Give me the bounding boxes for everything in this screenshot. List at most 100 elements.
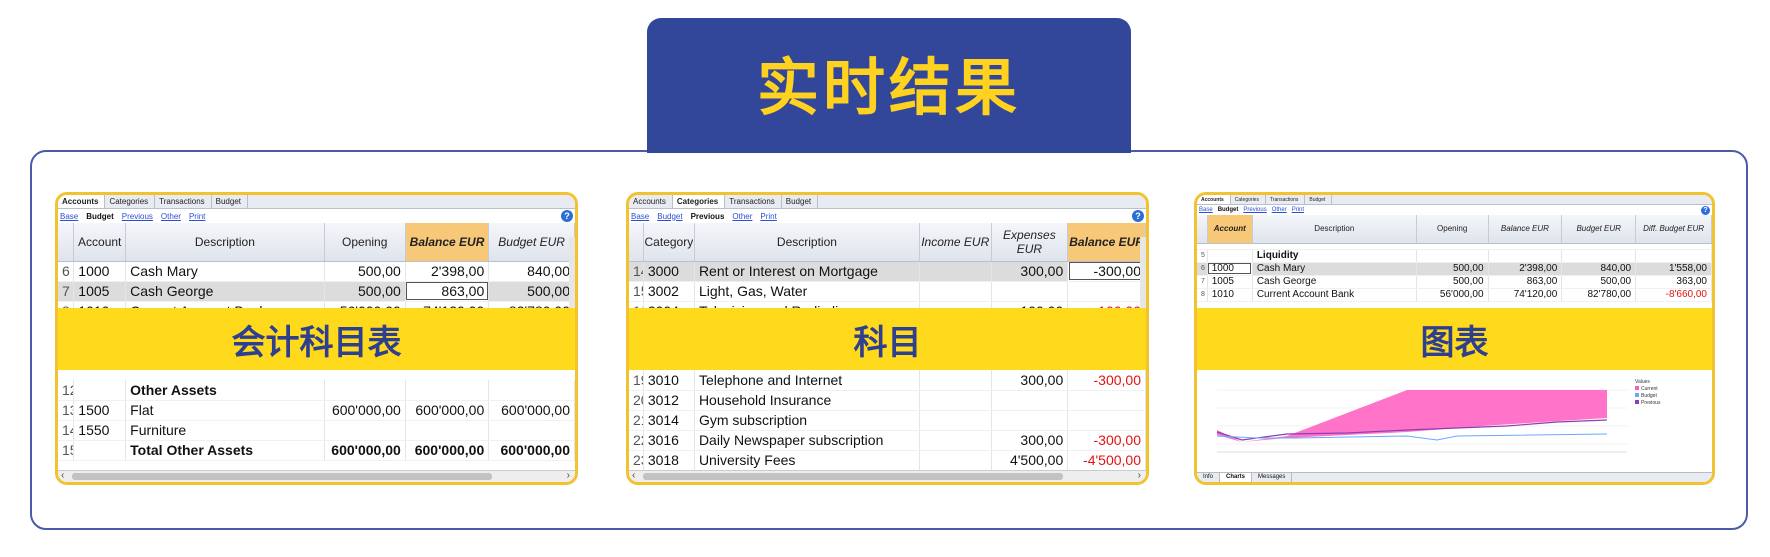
view-bar: Base Budget Previous Other Print ? (629, 209, 1146, 223)
tab-transactions[interactable]: Transactions (155, 195, 212, 208)
col-income[interactable]: Income EUR (919, 223, 992, 262)
view-previous[interactable]: Previous (1243, 207, 1266, 213)
view-previous[interactable]: Previous (691, 212, 725, 221)
accounts-table-lower: 12 Other Assets 13 1500 Flat 600'000,00 … (58, 380, 575, 461)
tab-transactions[interactable]: Transactions (725, 195, 782, 208)
help-icon[interactable]: ? (1701, 206, 1710, 215)
col-description[interactable]: Description (694, 223, 920, 262)
table-row[interactable]: 13 1500 Flat 600'000,00 600'000,00 600'0… (58, 400, 575, 421)
scroll-thumb[interactable] (72, 473, 492, 480)
table-row[interactable]: 6 1000 Cash Mary 500,00 2'398,00 840,00 (58, 261, 575, 282)
table-row[interactable]: 20 3012 Household Insurance (629, 390, 1146, 411)
table-row[interactable]: 7 1005 Cash George 500,00 863,00 500,00 … (1197, 275, 1712, 289)
table-row[interactable]: 5 Liquidity (1197, 249, 1712, 263)
tab-accounts[interactable]: Accounts (58, 195, 106, 208)
table-row-total[interactable]: 15 Total Other Assets 600'000,00 600'000… (58, 440, 575, 461)
col-account[interactable]: Account (1207, 215, 1253, 244)
view-other[interactable]: Other (161, 212, 181, 221)
banner-label: 会计科目表 (231, 322, 402, 363)
charts-panel: Accounts Categories Transactions Budget … (1194, 192, 1715, 485)
table-row[interactable]: 21 3014 Gym subscription (629, 410, 1146, 431)
vertical-scrollbar[interactable] (1140, 237, 1146, 312)
bottom-tab-bar: Info Charts Messages (1197, 472, 1712, 482)
tab-categories[interactable]: Categories (672, 195, 726, 208)
tab-budget[interactable]: Budget (1305, 195, 1333, 204)
col-opening[interactable]: Opening (1416, 215, 1489, 244)
horizontal-scrollbar[interactable]: ‹ › (629, 470, 1146, 482)
col-balance[interactable]: Balance EUR (1488, 215, 1563, 244)
col-diff-budget[interactable]: Diff. Budget EUR (1635, 215, 1712, 244)
view-print[interactable]: Print (189, 212, 205, 221)
col-budget[interactable]: Budget EUR (1561, 215, 1637, 244)
tab-categories[interactable]: Categories (1231, 195, 1266, 204)
col-balance[interactable]: Balance EUR (1067, 223, 1146, 262)
view-previous[interactable]: Previous (122, 212, 153, 221)
tab-bar: Accounts Categories Transactions Budget (629, 195, 1146, 209)
scroll-thumb[interactable] (643, 473, 1063, 480)
scroll-left-icon[interactable]: ‹ (61, 470, 64, 481)
active-cell[interactable]: 863,00 (405, 281, 490, 302)
tab-charts[interactable]: Charts (1220, 473, 1253, 482)
view-base[interactable]: Base (631, 212, 649, 221)
col-description[interactable]: Description (1252, 215, 1417, 244)
view-budget[interactable]: Budget (1218, 207, 1239, 213)
table-row[interactable]: 22 3016 Daily Newspaper subscription 300… (629, 430, 1146, 451)
tab-messages[interactable]: Messages (1252, 473, 1293, 482)
view-budget[interactable]: Budget (657, 212, 682, 221)
table-row[interactable]: 14 1550 Furniture (58, 420, 575, 441)
categories-table-lower: 19 3010 Telephone and Internet 300,00 -3… (629, 370, 1146, 471)
banner-label: 科目 (853, 322, 922, 363)
tab-transactions[interactable]: Transactions (1266, 195, 1306, 204)
scroll-left-icon[interactable]: ‹ (632, 470, 635, 481)
help-icon[interactable]: ? (1132, 210, 1144, 222)
view-base[interactable]: Base (1199, 207, 1213, 213)
table-header-row: Account Description Opening Balance EUR … (58, 223, 575, 262)
view-budget[interactable]: Budget (86, 212, 114, 221)
view-base[interactable]: Base (60, 212, 78, 221)
tab-info[interactable]: Info (1197, 473, 1221, 482)
legend-item: Current (1635, 386, 1660, 393)
tab-categories[interactable]: Categories (105, 195, 156, 208)
table-row[interactable]: 23 3018 University Fees 4'500,00 -4'500,… (629, 450, 1146, 471)
view-other[interactable]: Other (1272, 207, 1287, 213)
col-description[interactable]: Description (125, 223, 325, 262)
tab-accounts[interactable]: Accounts (629, 195, 673, 208)
chart-legend: Values Current Budget Previous (1635, 379, 1660, 407)
table-row-selected[interactable]: 7 1005 Cash George 500,00 863,00 500,00 (58, 281, 575, 302)
col-opening[interactable]: Opening (324, 223, 406, 262)
table-header-row: Account Description Opening Balance EUR … (1197, 215, 1712, 244)
active-cell[interactable]: -300,00 (1067, 261, 1146, 282)
view-other[interactable]: Other (732, 212, 752, 221)
col-account[interactable]: Account (73, 223, 127, 262)
col-balance[interactable]: Balance EUR (405, 223, 490, 262)
view-print[interactable]: Print (760, 212, 776, 221)
help-icon[interactable]: ? (561, 210, 573, 222)
tab-accounts[interactable]: Accounts (1197, 195, 1231, 204)
table-row-selected[interactable]: 6 1000 Cash Mary 500,00 2'398,00 840,00 … (1197, 262, 1712, 276)
table-row[interactable]: 12 Other Assets (58, 380, 575, 401)
view-bar: Base Budget Previous Other Print ? (1197, 205, 1712, 215)
accounts-panel: Accounts Categories Transactions Budget … (55, 192, 578, 485)
categories-table: Category Description Income EUR Expenses… (629, 223, 1146, 322)
table-row[interactable]: 8 1010 Current Account Bank 56'000,00 74… (1197, 288, 1712, 302)
horizontal-scrollbar[interactable]: ‹ › (58, 470, 575, 482)
view-print[interactable]: Print (1292, 207, 1304, 213)
active-cell[interactable]: 1000 (1207, 262, 1253, 276)
banner: 科目 (629, 308, 1146, 370)
vertical-scrollbar[interactable] (569, 237, 575, 312)
legend-title: Values (1635, 379, 1650, 385)
table-row[interactable]: 19 3010 Telephone and Internet 300,00 -3… (629, 370, 1146, 391)
table-row-selected[interactable]: 14 3000 Rent or Interest on Mortgage 300… (629, 261, 1146, 282)
tab-bar: Accounts Categories Transactions Budget (58, 195, 575, 209)
scroll-right-icon[interactable]: › (1138, 470, 1141, 481)
tab-budget[interactable]: Budget (212, 195, 248, 208)
tab-budget[interactable]: Budget (782, 195, 819, 208)
col-category[interactable]: Category (643, 223, 695, 262)
scroll-right-icon[interactable]: › (567, 470, 570, 481)
col-budget[interactable]: Budget EUR (488, 223, 575, 262)
col-expenses[interactable]: Expenses EUR (991, 223, 1069, 262)
tab-bar: Accounts Categories Transactions Budget (1197, 195, 1712, 205)
table-row[interactable]: 15 3002 Light, Gas, Water (629, 281, 1146, 302)
page-title: 实时结果 (756, 50, 1021, 124)
chart-accounts-table: Account Description Opening Balance EUR … (1197, 215, 1712, 302)
